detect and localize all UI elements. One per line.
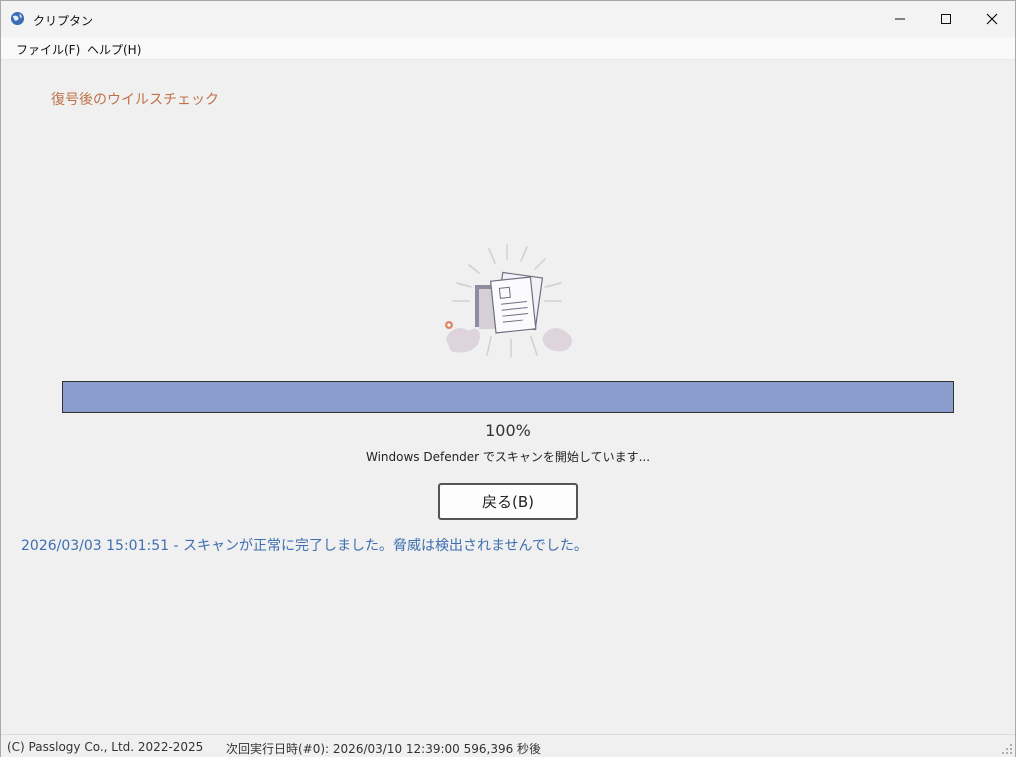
menu-bar: ファイル(F) ヘルプ(H): [1, 37, 1015, 60]
close-button[interactable]: [969, 1, 1015, 37]
scan-status-text: Windows Defender でスキャンを開始しています...: [365, 450, 651, 464]
progress-bar-fill: [63, 382, 953, 412]
minimize-button[interactable]: [877, 1, 923, 37]
minimize-icon: [895, 18, 905, 20]
page-heading: 復号後のウイルスチェック: [51, 92, 219, 108]
scan-result-log: 2026/03/03 15:01:51 - スキャンが正常に完了しました。脅威は…: [21, 538, 588, 554]
close-icon: [986, 13, 998, 25]
app-window: クリプタン ファイル(F) ヘルプ(H) 復号後のウイルスチェック 100% W…: [0, 0, 1016, 757]
maximize-icon: [941, 14, 951, 24]
status-bar: (C) Passlogy Co., Ltd. 2022-2025 次回実行日時(…: [1, 734, 1015, 757]
menu-file[interactable]: ファイル(F): [16, 41, 80, 58]
menu-help[interactable]: ヘルプ(H): [87, 41, 141, 58]
progress-percent-label: 100%: [485, 421, 531, 440]
copyright-text: (C) Passlogy Co., Ltd. 2022-2025: [7, 740, 204, 754]
back-button[interactable]: 戻る(B): [438, 483, 578, 520]
next-run-text: 次回実行日時(#0): 2026/03/10 12:39:00 596,396 …: [226, 742, 542, 756]
document-scan-illustration-icon: [445, 244, 572, 358]
title-bar[interactable]: クリプタン: [1, 1, 1015, 37]
resize-grip-icon[interactable]: [1001, 743, 1013, 755]
maximize-button[interactable]: [923, 1, 969, 37]
globe-app-icon: [10, 11, 25, 26]
progress-bar: [62, 381, 954, 413]
window-title: クリプタン: [33, 14, 94, 28]
